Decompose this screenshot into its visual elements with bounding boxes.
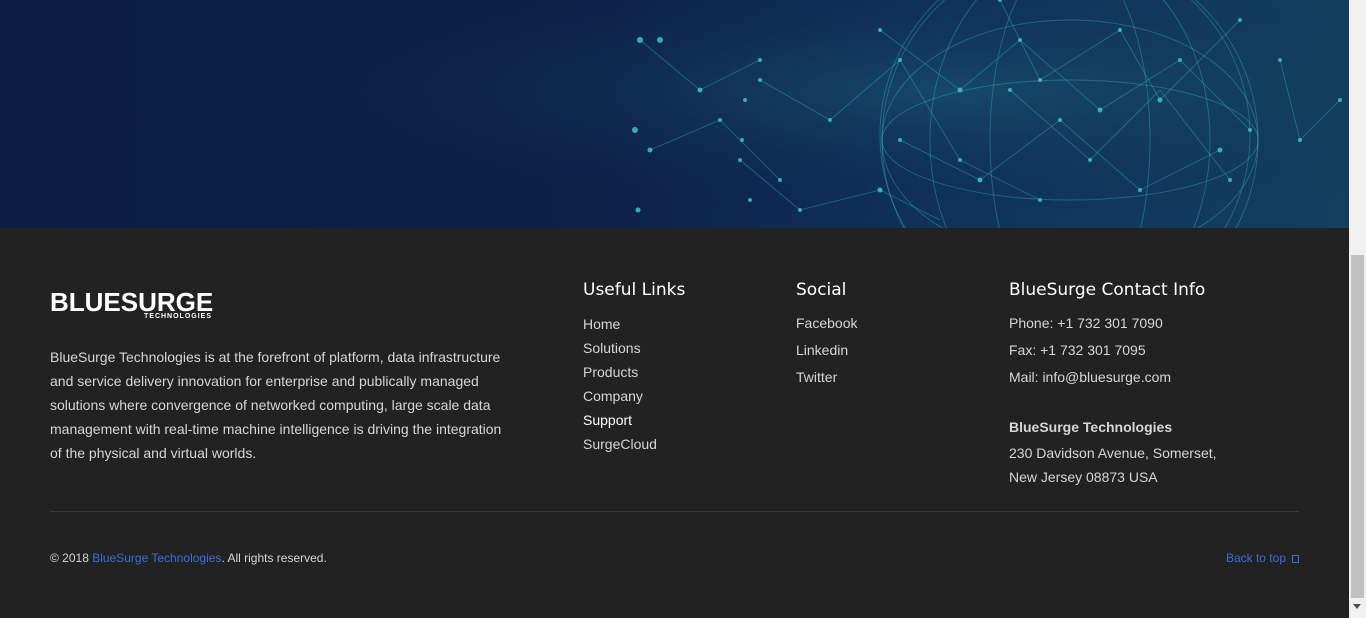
link-linkedin[interactable]: Linkedin (796, 337, 857, 364)
scrollbar-thumb[interactable] (1351, 255, 1364, 598)
bluesurge-logo[interactable]: BLUESURGE TECHNOLOGIES (50, 284, 220, 324)
back-to-top-label: Back to top (1225, 551, 1286, 565)
link-support[interactable]: Support (583, 408, 657, 432)
copyright-prefix: © 2018 (50, 551, 93, 565)
useful-links-title: Useful Links (583, 280, 686, 300)
contact-title: BlueSurge Contact Info (1009, 280, 1206, 300)
link-facebook[interactable]: Facebook (796, 310, 857, 337)
contact-mail[interactable]: Mail: info@bluesurge.com (1009, 364, 1171, 391)
logo-subtitle: TECHNOLOGIES (144, 313, 213, 320)
globe-network-graphic (0, 0, 1349, 228)
link-twitter[interactable]: Twitter (796, 364, 857, 391)
address-line-2: New Jersey 08873 USA (1009, 469, 1158, 485)
link-surgecloud[interactable]: SurgeCloud (583, 432, 657, 456)
scroll-down-arrow-icon[interactable] (1353, 604, 1361, 609)
contact-phone: Phone: +1 732 301 7090 (1009, 315, 1163, 331)
link-solutions[interactable]: Solutions (583, 336, 657, 360)
back-to-top-icon (1292, 555, 1299, 563)
back-to-top-link[interactable]: Back to top (1226, 551, 1299, 565)
social-title: Social (796, 280, 847, 300)
link-products[interactable]: Products (583, 360, 657, 384)
copyright-suffix: . All rights reserved. (221, 551, 327, 565)
footer-divider (50, 511, 1299, 512)
contact-address: 230 Davidson Avenue, Somerset, New Jerse… (1009, 441, 1217, 489)
social-links-list: Facebook Linkedin Twitter (796, 310, 857, 391)
site-footer: BLUESURGE TECHNOLOGIES BlueSurge Technol… (0, 228, 1349, 618)
link-home[interactable]: Home (583, 312, 657, 336)
useful-links-list: Home Solutions Products Company Support … (583, 312, 657, 456)
page-scrollbar[interactable] (1349, 0, 1366, 618)
hero-banner (0, 0, 1349, 228)
link-company[interactable]: Company (583, 384, 657, 408)
address-line-1: 230 Davidson Avenue, Somerset, (1009, 445, 1217, 461)
company-description: BlueSurge Technologies is at the forefro… (50, 349, 502, 461)
contact-list: Phone: +1 732 301 7090 Fax: +1 732 301 7… (1009, 310, 1171, 391)
contact-fax: Fax: +1 732 301 7095 (1009, 342, 1146, 358)
copyright-notice: © 2018 BlueSurge Technologies. All right… (50, 551, 327, 565)
copyright-brand-link[interactable]: BlueSurge Technologies (92, 551, 221, 565)
contact-company-name: BlueSurge Technologies (1009, 419, 1173, 435)
